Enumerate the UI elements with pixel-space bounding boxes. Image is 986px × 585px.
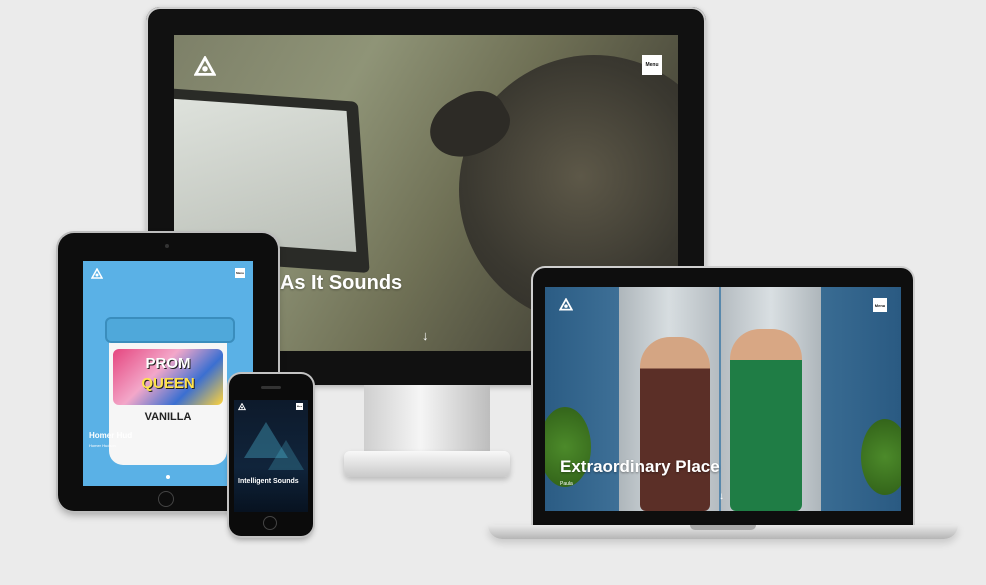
phone-device: Menu Intelligent Sounds: [229, 374, 313, 536]
studio-logo-icon[interactable]: [238, 403, 246, 411]
ice-cream-lid: [105, 317, 235, 343]
hero-subtitle: Paula: [560, 481, 573, 487]
scene-geometric-shape: [268, 440, 304, 470]
monitor-stand-base: [344, 451, 510, 477]
laptop-device: Menu Extraordinary Place Paula ↓: [533, 268, 913, 527]
scene-plant: [861, 419, 901, 495]
scroll-down-icon[interactable]: ↓: [422, 328, 429, 343]
tablet-home-button: [158, 491, 174, 507]
scroll-down-icon[interactable]: ↓: [719, 491, 724, 502]
hero-headline: Extraordinary Place: [560, 457, 720, 476]
tub-flavor: VANILLA: [144, 411, 192, 423]
tub-brand-line2: QUEEN: [141, 375, 195, 392]
menu-button[interactable]: Menu: [235, 268, 245, 278]
studio-logo-icon[interactable]: [559, 298, 573, 312]
laptop-screen: Menu Extraordinary Place Paula ↓: [545, 287, 901, 511]
hero-headline: e As It Sounds: [264, 272, 403, 294]
menu-button[interactable]: Menu: [642, 55, 662, 75]
phone-home-button: [263, 516, 277, 530]
tablet-camera: [165, 244, 169, 248]
tablet-screen: PROM QUEEN VANILLA Menu Homer Hud Homer …: [83, 261, 253, 486]
phone-screen: Menu Intelligent Sounds: [234, 400, 308, 512]
hero-headline: Homer Hud: [89, 431, 133, 440]
scene-person: [730, 329, 802, 511]
tub-brand-line1: PROM: [145, 355, 191, 372]
scene-laptop-screen: [174, 97, 357, 253]
monitor-stand-neck: [364, 385, 490, 453]
laptop-notch: [690, 525, 756, 530]
hero-subtitle: Homer Hudson: [89, 443, 116, 448]
menu-button[interactable]: Menu: [296, 403, 303, 410]
hero-headline: Intelligent Sounds: [238, 478, 299, 485]
studio-logo-icon[interactable]: [91, 268, 103, 280]
menu-button[interactable]: Menu: [873, 298, 887, 312]
studio-logo-icon[interactable]: [194, 56, 216, 78]
scene-person: [640, 337, 710, 511]
carousel-dot[interactable]: [166, 475, 170, 479]
phone-speaker: [261, 386, 281, 389]
